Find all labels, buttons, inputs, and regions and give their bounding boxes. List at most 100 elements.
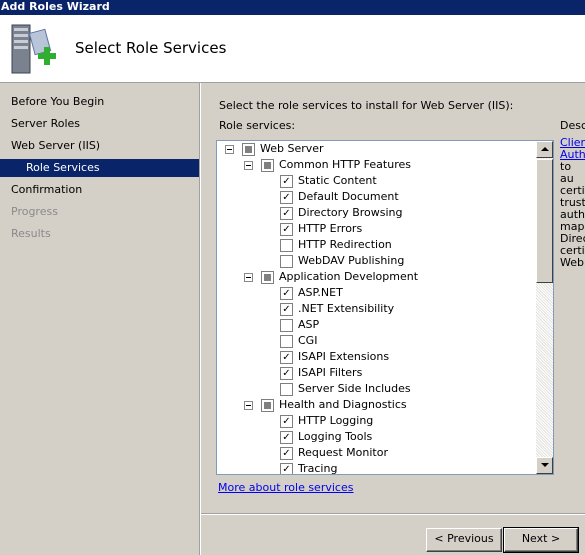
tree-node-label: ASP.NET — [298, 286, 343, 299]
checkmark-icon: ✓ — [282, 192, 291, 203]
tree-node-label: ISAPI Extensions — [298, 350, 390, 363]
tree-node-checkbox[interactable]: ✓ — [280, 175, 293, 188]
checkmark-icon: ✓ — [282, 352, 291, 363]
tree-node-checkbox[interactable] — [280, 319, 293, 332]
instruction-text: Select the role services to install for … — [219, 99, 514, 112]
tree-node[interactable]: ✓ Tracing — [217, 461, 534, 474]
tree-node-checkbox[interactable]: ✓ — [280, 463, 293, 474]
checkmark-icon: ✓ — [282, 448, 291, 459]
tree-node-checkbox[interactable] — [280, 335, 293, 348]
tree-node-label: Default Document — [298, 190, 399, 203]
tree-node-label: HTTP Errors — [298, 222, 363, 235]
tree-node[interactable]: Web Server — [217, 141, 534, 157]
tree-node[interactable]: ✓ Default Document — [217, 189, 534, 205]
collapse-minus-icon[interactable] — [225, 145, 234, 154]
tree-node-checkbox[interactable] — [280, 239, 293, 252]
window-title: Add Roles Wizard — [1, 0, 110, 13]
tree-node[interactable]: ASP — [217, 317, 534, 333]
tree-node[interactable]: ✓ Request Monitor — [217, 445, 534, 461]
tree-node-checkbox[interactable] — [261, 159, 274, 172]
role-services-label: Role services: — [219, 119, 296, 132]
tree-node-label: ISAPI Filters — [298, 366, 363, 379]
tree-node-checkbox[interactable]: ✓ — [280, 415, 293, 428]
tree-node-label: .NET Extensibility — [298, 302, 395, 315]
step-server-roles[interactable]: Server Roles — [0, 115, 199, 133]
scroll-up-button[interactable] — [536, 141, 553, 158]
tree-node-label: Directory Browsing — [298, 206, 403, 219]
scroll-thumb[interactable] — [536, 159, 553, 283]
tree-node[interactable]: ✓ HTTP Logging — [217, 413, 534, 429]
tree-vertical-scrollbar[interactable] — [536, 141, 553, 474]
tree-node[interactable]: WebDAV Publishing — [217, 253, 534, 269]
checkmark-icon: ✓ — [282, 288, 291, 299]
tree-node-checkbox[interactable]: ✓ — [280, 207, 293, 220]
wizard-steps-sidebar: Before You Begin Server Roles Web Server… — [0, 83, 200, 555]
checkmark-icon: ✓ — [282, 304, 291, 315]
tree-node-label: Application Development — [279, 270, 419, 283]
collapse-minus-icon[interactable] — [244, 161, 253, 170]
tree-node-label: Request Monitor — [298, 446, 388, 459]
tree-node[interactable]: Server Side Includes — [217, 381, 534, 397]
tree-node-label: Server Side Includes — [298, 382, 411, 395]
tree-node-label: CGI — [298, 334, 318, 347]
collapse-minus-icon[interactable] — [244, 273, 253, 282]
arrow-up-icon — [541, 147, 549, 151]
role-services-tree[interactable]: Web Server Common HTTP Features ✓ Static Co… — [216, 140, 554, 475]
tree-node[interactable]: ✓ Logging Tools — [217, 429, 534, 445]
page-title: Select Role Services — [75, 39, 227, 57]
title-bar[interactable]: Add Roles Wizard — [0, 0, 585, 15]
step-role-services[interactable]: Role Services — [0, 159, 199, 177]
tree-node-label: Common HTTP Features — [279, 158, 411, 171]
tree-node[interactable]: Common HTTP Features — [217, 157, 534, 173]
tree-node[interactable]: ✓ ISAPI Extensions — [217, 349, 534, 365]
collapse-minus-icon[interactable] — [244, 401, 253, 410]
tree-node-checkbox[interactable]: ✓ — [280, 367, 293, 380]
tree-node[interactable]: ✓ ASP.NET — [217, 285, 534, 301]
step-before-you-begin[interactable]: Before You Begin — [0, 93, 199, 111]
tree-node[interactable]: ✓ .NET Extensibility — [217, 301, 534, 317]
tree-node-checkbox[interactable]: ✓ — [280, 287, 293, 300]
tree-node[interactable]: Health and Diagnostics — [217, 397, 534, 413]
description-text: Client Authe to au certifi truste authe … — [560, 137, 585, 277]
tree-node-checkbox[interactable]: ✓ — [280, 431, 293, 444]
tree-node[interactable]: ✓ Directory Browsing — [217, 205, 534, 221]
scroll-down-button[interactable] — [536, 457, 553, 474]
tree-node-checkbox[interactable]: ✓ — [280, 303, 293, 316]
step-web-server-iis[interactable]: Web Server (IIS) — [0, 137, 199, 155]
tree-node-label: HTTP Logging — [298, 414, 374, 427]
tree-node[interactable]: ✓ Static Content — [217, 173, 534, 189]
tree-node-checkbox[interactable]: ✓ — [280, 191, 293, 204]
checkmark-icon: ✓ — [282, 432, 291, 443]
step-results: Results — [11, 227, 51, 240]
footer-divider — [201, 513, 585, 515]
step-progress: Progress — [11, 205, 58, 218]
description-line: Web — [560, 256, 584, 269]
tree-node-checkbox[interactable]: ✓ — [280, 447, 293, 460]
tree-node-checkbox[interactable]: ✓ — [280, 223, 293, 236]
tree-node-label: Static Content — [298, 174, 377, 187]
tree-node-label: WebDAV Publishing — [298, 254, 405, 267]
checkmark-icon: ✓ — [282, 416, 291, 427]
server-add-icon — [8, 23, 60, 77]
tree-node[interactable]: ✓ HTTP Errors — [217, 221, 534, 237]
checkmark-icon: ✓ — [282, 176, 291, 187]
tree-node[interactable]: Application Development — [217, 269, 534, 285]
tree-node[interactable]: CGI — [217, 333, 534, 349]
step-confirmation[interactable]: Confirmation — [0, 181, 199, 199]
tree-node-checkbox[interactable] — [280, 383, 293, 396]
tree-node-label: ASP — [298, 318, 320, 331]
wizard-header: Select Role Services — [0, 15, 585, 83]
checkmark-icon: ✓ — [282, 224, 291, 235]
tree-node-checkbox[interactable] — [261, 271, 274, 284]
main-panel: Select the role services to install for … — [201, 83, 585, 555]
more-about-role-services-link[interactable]: More about role services — [218, 481, 353, 494]
tree-node[interactable]: ✓ ISAPI Filters — [217, 365, 534, 381]
checkmark-icon: ✓ — [282, 368, 291, 379]
previous-button[interactable]: < Previous — [426, 528, 502, 552]
tree-node-checkbox[interactable] — [261, 399, 274, 412]
tree-node-checkbox[interactable] — [242, 143, 255, 156]
tree-node-checkbox[interactable]: ✓ — [280, 351, 293, 364]
tree-node[interactable]: HTTP Redirection — [217, 237, 534, 253]
next-button[interactable]: Next > — [503, 527, 579, 553]
tree-node-checkbox[interactable] — [280, 255, 293, 268]
